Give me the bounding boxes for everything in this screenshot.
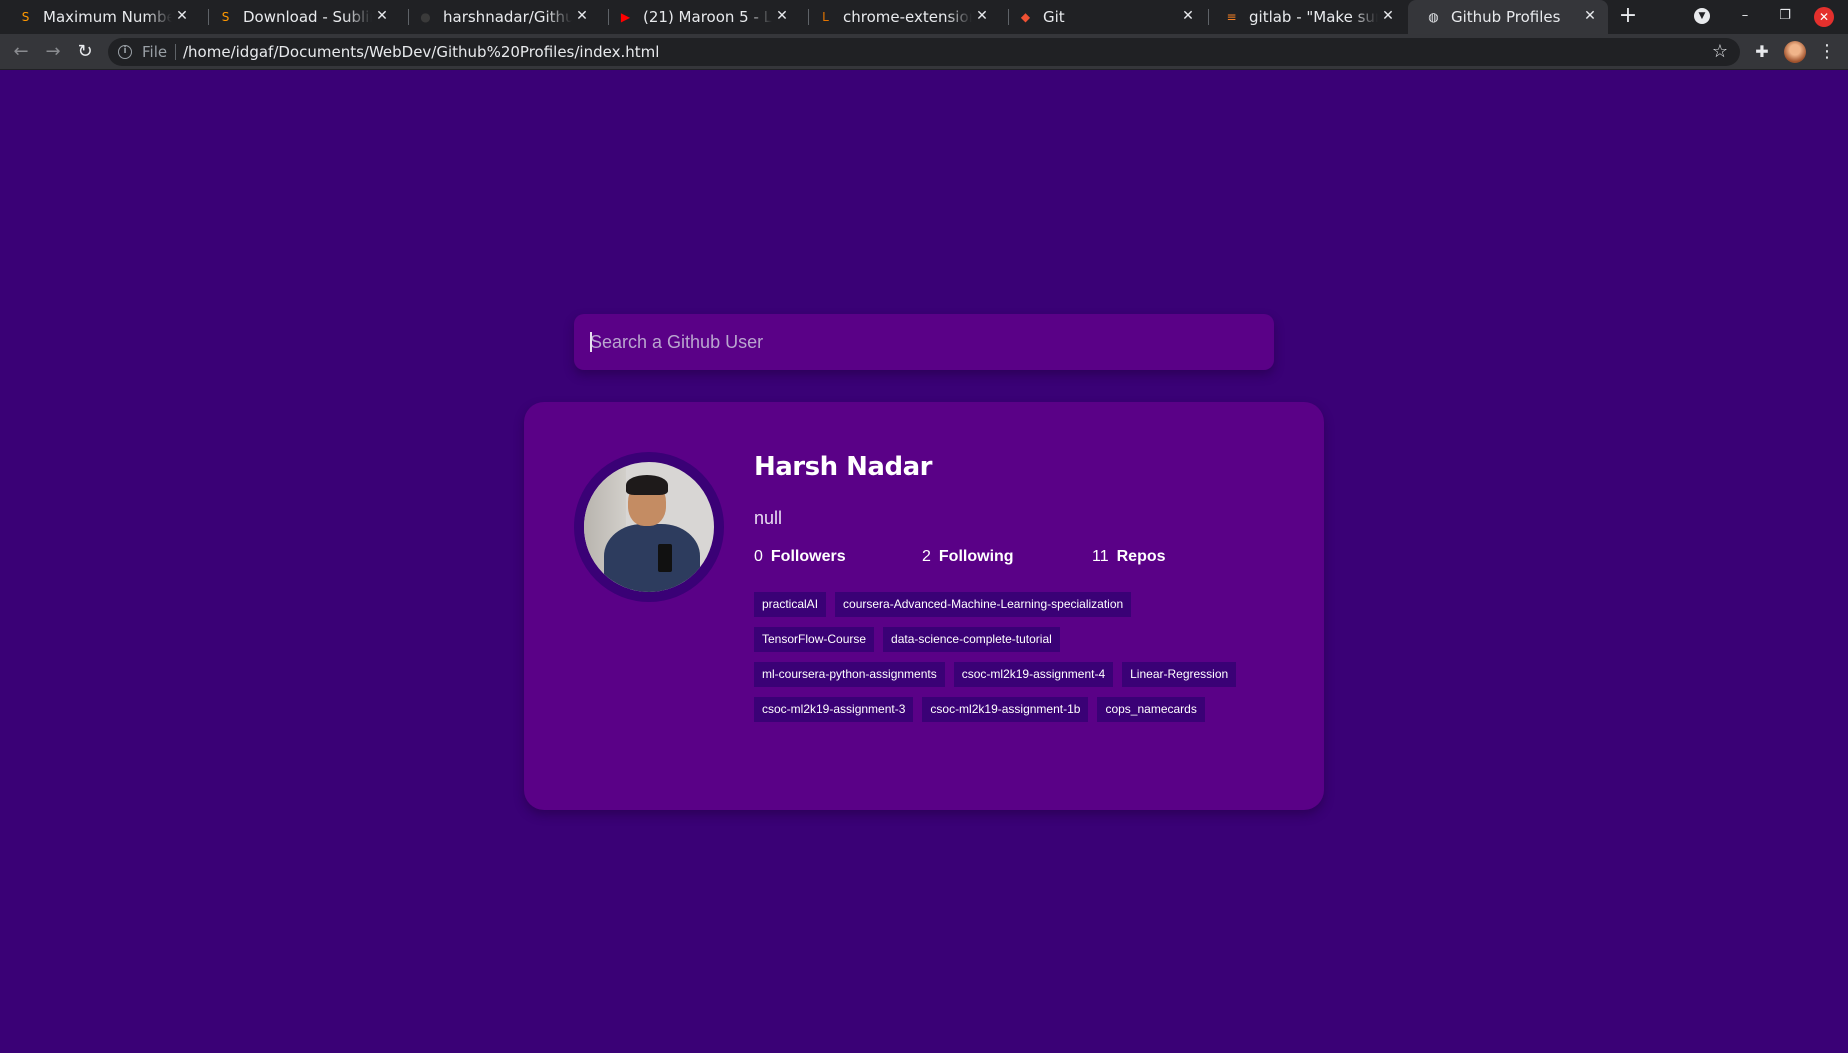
profile-avatar[interactable]	[1784, 41, 1806, 63]
close-tab-icon[interactable]: ✕	[374, 8, 390, 24]
url-text[interactable]: /home/idgaf/Documents/WebDev/Github%20Pr…	[183, 43, 659, 61]
text-caret	[590, 332, 592, 352]
sublime-icon: S	[221, 10, 230, 24]
close-tab-icon[interactable]: ✕	[574, 8, 590, 24]
profile-card: Harsh Nadar null 0 Followers 2 Following 1…	[524, 402, 1324, 810]
site-info-icon[interactable]: i	[118, 45, 132, 59]
avatar-hair	[626, 475, 668, 495]
tab-title: (21) Maroon 5 - Love	[643, 8, 772, 26]
browser-toolbar: ← → ↻ i File /home/idgaf/Documents/WebDe…	[0, 34, 1848, 70]
tab-title: Git	[1043, 8, 1065, 26]
tab-title: Github Profiles	[1451, 8, 1561, 26]
page-body: Harsh Nadar null 0 Followers 2 Following 1…	[0, 70, 1848, 1053]
repo-link[interactable]: data-science-complete-tutorial	[883, 627, 1060, 652]
repo-link[interactable]: TensorFlow-Course	[754, 627, 875, 652]
repo-link[interactable]: coursera-Advanced-Machine-Learning-speci…	[835, 592, 1132, 617]
repo-list: practicalAI coursera-Advanced-Machine-Le…	[754, 592, 1254, 722]
new-tab-button[interactable]: +	[1616, 4, 1640, 28]
back-arrow-icon[interactable]: ←	[10, 41, 32, 63]
browser-tab-7-active[interactable]: ◍ Github Profiles ✕	[1408, 0, 1608, 34]
extensions-puzzle-icon[interactable]: ✚	[1752, 42, 1772, 62]
minimize-icon[interactable]: –	[1734, 5, 1756, 27]
repos-count: 11	[1092, 548, 1109, 565]
tab-title: Download - Sublime	[243, 8, 372, 26]
close-tab-icon[interactable]: ✕	[1380, 8, 1396, 24]
tab-strip: S Maximum Number of ✕ S Download - Subli…	[0, 0, 1848, 34]
followers-count: 0	[754, 548, 763, 565]
github-icon: ●	[420, 10, 431, 24]
followers-stat: 0 Followers	[754, 548, 846, 566]
stackoverflow-icon: ≡	[1226, 10, 1237, 24]
tab-title: harshnadar/Github	[443, 8, 572, 26]
user-name: Harsh Nadar	[754, 452, 932, 482]
repo-link[interactable]: csoc-ml2k19-assignment-3	[754, 697, 914, 722]
browser-tab-1[interactable]: S Download - Sublime ✕	[200, 0, 400, 34]
close-tab-icon[interactable]: ✕	[1180, 8, 1196, 24]
repo-link[interactable]: csoc-ml2k19-assignment-4	[953, 662, 1114, 687]
repos-stat: 11 Repos	[1092, 548, 1166, 566]
avatar-body	[604, 524, 700, 592]
user-avatar	[574, 452, 724, 602]
globe-icon: ◍	[1428, 10, 1439, 24]
restore-icon[interactable]: ❐	[1774, 5, 1796, 27]
repo-link[interactable]: practicalAI	[754, 592, 827, 617]
followers-label: Followers	[770, 548, 846, 565]
close-window-icon[interactable]: ✕	[1814, 7, 1834, 27]
avatar-phone	[658, 544, 672, 572]
scheme-separator	[175, 44, 176, 60]
kebab-menu-icon[interactable]: ⋮	[1818, 41, 1836, 63]
git-icon: ◆	[1020, 10, 1031, 24]
sublime-icon: S	[21, 10, 30, 24]
close-tab-icon[interactable]: ✕	[174, 8, 190, 24]
browser-tab-2[interactable]: ● harshnadar/Github ✕	[400, 0, 600, 34]
repo-link[interactable]: Linear-Regression	[1122, 662, 1237, 687]
extension-page-icon: L	[822, 10, 829, 24]
tab-title: Maximum Number of	[43, 8, 172, 26]
tab-title: chrome-extension://	[843, 8, 972, 26]
browser-tab-4[interactable]: L chrome-extension:// ✕	[800, 0, 1000, 34]
browser-tab-0[interactable]: S Maximum Number of ✕	[0, 0, 200, 34]
youtube-icon: ▶	[620, 10, 631, 24]
tab-search-icon[interactable]: ▼	[1694, 8, 1710, 24]
close-tab-icon[interactable]: ✕	[974, 8, 990, 24]
tab-title: gitlab - "Make sure y	[1249, 8, 1378, 26]
following-label: Following	[938, 548, 1014, 565]
repos-label: Repos	[1116, 548, 1166, 565]
following-count: 2	[922, 548, 931, 565]
repo-link[interactable]: cops_namecards	[1097, 697, 1205, 722]
user-stats: 0 Followers 2 Following 11 Repos	[754, 548, 1274, 572]
repo-link[interactable]: csoc-ml2k19-assignment-1b	[922, 697, 1089, 722]
browser-tab-5[interactable]: ◆ Git ✕	[1000, 0, 1206, 34]
address-bar[interactable]: i File /home/idgaf/Documents/WebDev/Gith…	[108, 38, 1740, 66]
user-bio: null	[754, 508, 783, 528]
close-tab-icon[interactable]: ✕	[1582, 8, 1598, 24]
following-stat: 2 Following	[922, 548, 1014, 566]
browser-tab-3[interactable]: ▶ (21) Maroon 5 - Love ✕	[600, 0, 800, 34]
url-scheme-label: File	[142, 43, 168, 61]
browser-tab-6[interactable]: ≡ gitlab - "Make sure y ✕	[1206, 0, 1406, 34]
repo-link[interactable]: ml-coursera-python-assignments	[754, 662, 945, 687]
close-tab-icon[interactable]: ✕	[774, 8, 790, 24]
forward-arrow-icon[interactable]: →	[42, 41, 64, 63]
bookmark-star-icon[interactable]: ☆	[1712, 41, 1728, 62]
reload-icon[interactable]: ↻	[74, 41, 96, 63]
search-input[interactable]	[574, 314, 1274, 370]
